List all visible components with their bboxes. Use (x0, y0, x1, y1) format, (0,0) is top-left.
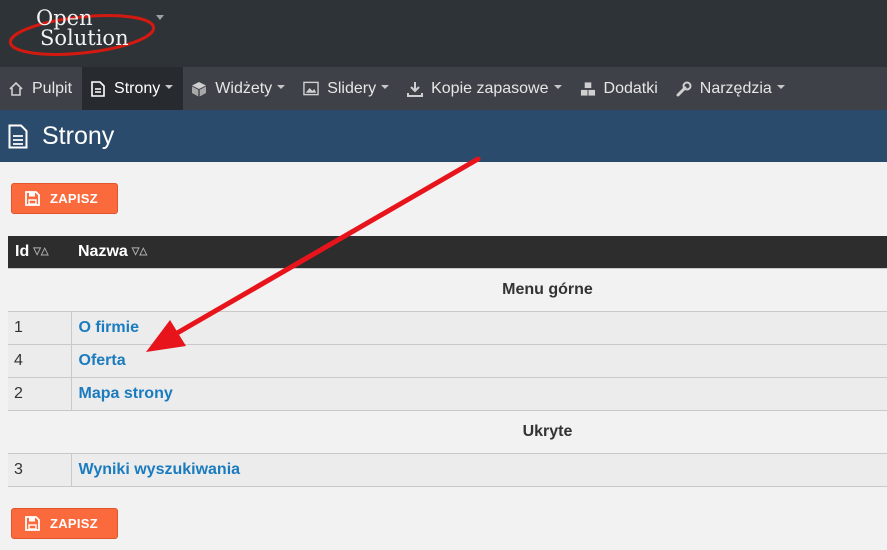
nav-item-strony[interactable]: Strony (82, 67, 184, 110)
table-header-row: Id ▽△ Nazwa ▽△ (8, 236, 887, 268)
chevron-down-icon (165, 84, 174, 89)
nav-item-label: Dodatki (603, 79, 658, 97)
cube-icon (191, 81, 207, 97)
nav-item-label: Narzędzia (699, 79, 772, 97)
column-header-name[interactable]: Nazwa ▽△ (71, 236, 887, 268)
chevron-down-icon (277, 84, 286, 89)
logo-text-line2: Solution (40, 26, 129, 50)
page-header: Strony (0, 110, 887, 162)
row-id: 3 (8, 453, 72, 487)
column-header-name-label: Nazwa (78, 242, 128, 260)
group-row: Menu górne (8, 267, 887, 312)
cubes-icon (580, 81, 596, 97)
nav-item-pulpit[interactable]: Pulpit (0, 67, 82, 110)
row-id: 1 (8, 311, 72, 345)
table-row[interactable]: 1 O firmie (8, 311, 887, 345)
nav-item-dodatki[interactable]: Dodatki (572, 67, 668, 110)
column-header-id[interactable]: Id ▽△ (8, 236, 71, 268)
nav-item-slidery[interactable]: Slidery (295, 67, 399, 110)
save-button-label: ZAPISZ (50, 191, 99, 206)
nav-item-label: Slidery (327, 79, 377, 97)
home-icon (8, 81, 24, 97)
nav-item-label: Kopie zapasowe (431, 79, 549, 97)
table-row[interactable]: 3 Wyniki wyszukiwania (8, 453, 887, 487)
nav-item-label: Widżety (215, 79, 273, 97)
sort-icon[interactable]: ▽△ (33, 246, 48, 257)
floppy-disk-icon (25, 516, 40, 531)
chevron-down-icon (553, 84, 562, 89)
column-header-id-label: Id (15, 242, 30, 260)
logo[interactable]: Open Solution (6, 2, 156, 62)
nav-item-label: Pulpit (32, 79, 73, 97)
file-icon (90, 80, 106, 97)
chevron-down-icon (776, 84, 785, 89)
group-title: Ukryte (8, 409, 887, 454)
save-button[interactable]: ZAPISZ (11, 183, 118, 214)
page-title: Strony (42, 121, 115, 150)
row-id: 2 (8, 377, 72, 411)
pages-table: Id ▽△ Nazwa ▽△ Menu górne 1 O firmie 4 Ofe… (8, 236, 887, 487)
sort-icon[interactable]: ▽△ (132, 246, 147, 257)
top-bar: Open Solution (0, 0, 887, 67)
download-icon (407, 81, 424, 97)
table-row[interactable]: 2 Mapa strony (8, 377, 887, 411)
row-id: 4 (8, 344, 72, 378)
table-row[interactable]: 4 Oferta (8, 344, 887, 378)
nav-item-kopie-zapasowe[interactable]: Kopie zapasowe (399, 67, 571, 110)
nav-item-widzety[interactable]: Widżety (183, 67, 295, 110)
image-icon (303, 81, 319, 97)
save-button-label: ZAPISZ (50, 516, 99, 531)
main-nav: Pulpit Strony Widżety Slidery Kopie zapa… (0, 67, 887, 110)
save-button-bottom[interactable]: ZAPISZ (11, 508, 118, 539)
logo-dropdown-caret-icon[interactable] (156, 15, 164, 20)
wrench-icon (676, 81, 692, 97)
chevron-down-icon (381, 84, 390, 89)
page-link[interactable]: Oferta (79, 352, 126, 369)
file-icon (8, 124, 28, 149)
floppy-disk-icon (25, 191, 40, 206)
page-link[interactable]: Wyniki wyszukiwania (79, 461, 241, 478)
nav-item-narzedzia[interactable]: Narzędzia (668, 67, 795, 110)
nav-item-label: Strony (114, 79, 161, 97)
group-title: Menu górne (8, 267, 887, 312)
group-row: Ukryte (8, 409, 887, 454)
page-link[interactable]: Mapa strony (79, 385, 173, 402)
page-link[interactable]: O firmie (79, 319, 139, 336)
